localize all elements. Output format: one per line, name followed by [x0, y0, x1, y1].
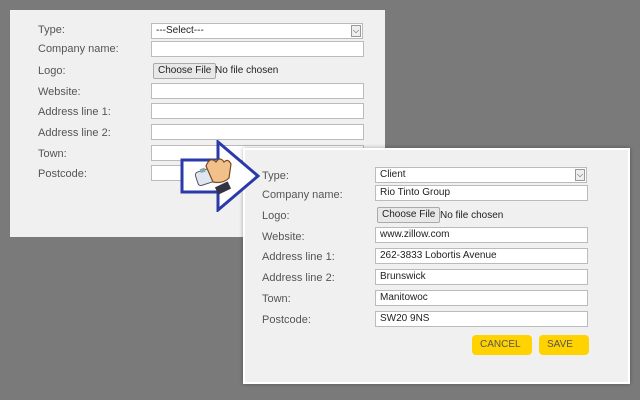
- dropdown-arrow-icon: ⌵: [351, 25, 361, 37]
- company-name-input[interactable]: [151, 41, 364, 57]
- logo-label: Logo:: [262, 210, 290, 222]
- address-line-2-label: Address line 2:: [262, 272, 335, 284]
- address-line-2-input[interactable]: Brunswick: [375, 269, 588, 285]
- town-label: Town:: [38, 148, 67, 160]
- file-status: No file chosen: [215, 65, 279, 76]
- logo-label: Logo:: [38, 65, 66, 77]
- postcode-label: Postcode:: [262, 314, 311, 326]
- save-button[interactable]: SAVE: [539, 335, 589, 355]
- file-status: No file chosen: [440, 210, 504, 221]
- website-input[interactable]: [151, 83, 364, 99]
- type-label: Type:: [38, 24, 65, 36]
- address-line-2-input[interactable]: [151, 124, 364, 140]
- address-line-1-input[interactable]: 262-3833 Lobortis Avenue: [375, 248, 588, 264]
- postcode-label: Postcode:: [38, 168, 87, 180]
- type-select[interactable]: ---Select--- ⌵: [151, 23, 363, 39]
- company-name-label: Company name:: [38, 43, 119, 55]
- choose-file-button[interactable]: Choose File: [377, 207, 441, 223]
- type-label: Type:: [262, 170, 289, 182]
- arrow-right-icon: [180, 140, 260, 212]
- address-line-1-label: Address line 1:: [262, 251, 335, 263]
- website-label: Website:: [38, 86, 81, 98]
- postcode-input[interactable]: SW20 9NS: [375, 311, 588, 327]
- town-label: Town:: [262, 293, 291, 305]
- type-select[interactable]: Client ⌵: [375, 167, 587, 183]
- choose-file-button[interactable]: Choose File: [153, 63, 217, 79]
- address-line-2-label: Address line 2:: [38, 127, 111, 139]
- company-name-label: Company name:: [262, 189, 343, 201]
- address-line-1-input[interactable]: [151, 103, 364, 119]
- cancel-button[interactable]: CANCEL: [472, 335, 532, 355]
- dropdown-arrow-icon: ⌵: [575, 169, 585, 181]
- form-panel-filled: Type: Client ⌵ Company name: Rio Tinto G…: [243, 148, 630, 384]
- type-select-value: ---Select---: [156, 25, 204, 36]
- website-input[interactable]: www.zillow.com: [375, 227, 588, 243]
- town-input[interactable]: Manitowoc: [375, 290, 588, 306]
- company-name-input[interactable]: Rio Tinto Group: [375, 185, 588, 201]
- website-label: Website:: [262, 231, 305, 243]
- type-select-value: Client: [380, 169, 406, 180]
- address-line-1-label: Address line 1:: [38, 106, 111, 118]
